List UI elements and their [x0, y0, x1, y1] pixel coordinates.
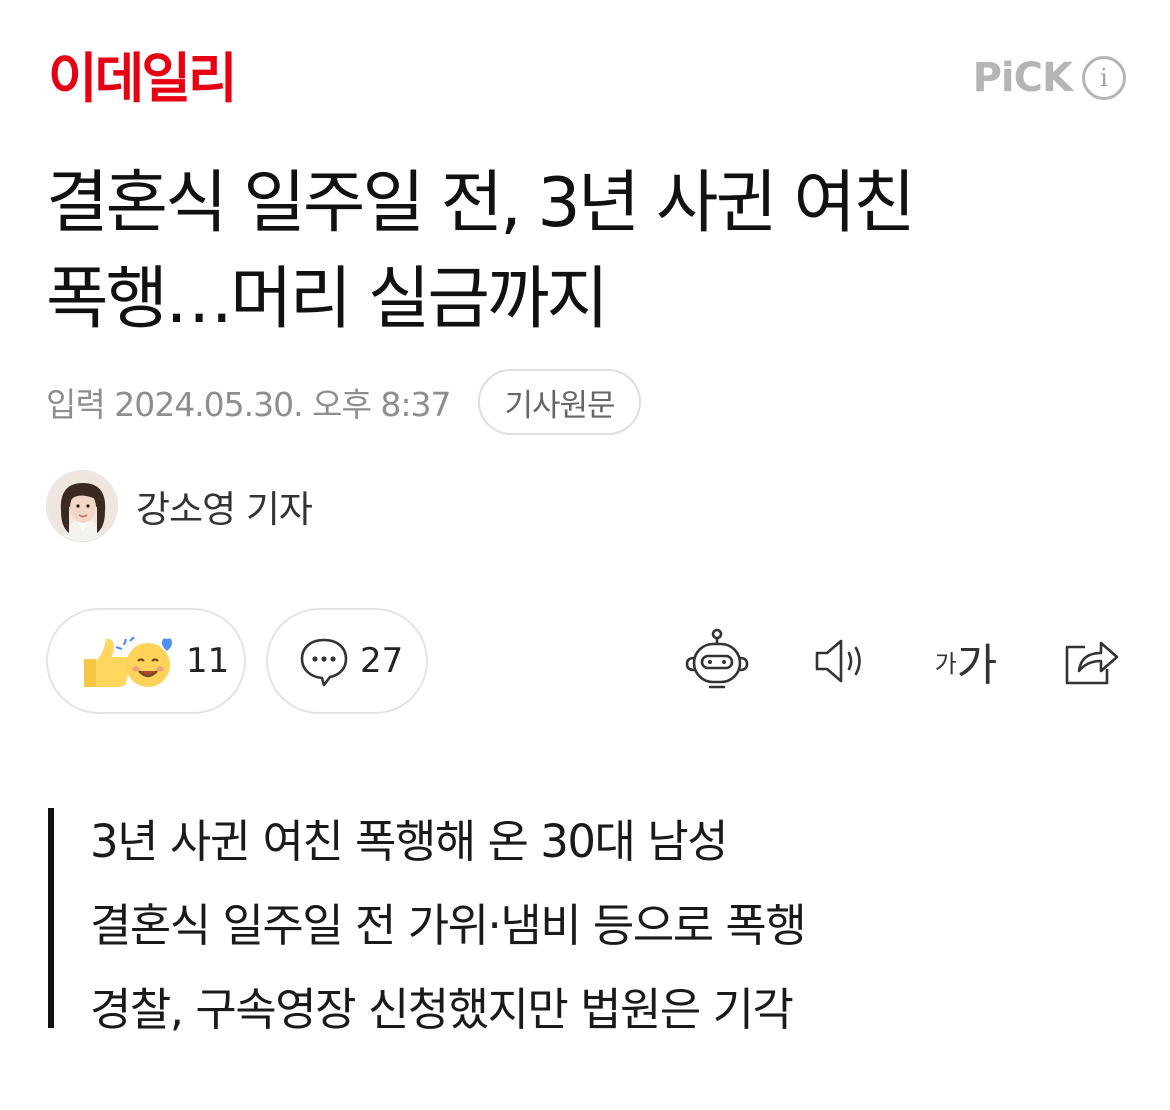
original-article-button[interactable]: 기사원문	[478, 369, 641, 435]
share-icon	[1065, 641, 1119, 685]
site-logo[interactable]: 이데일리	[48, 48, 238, 110]
headline-line-1: 결혼식 일주일 전, 3년 사귄 여친	[46, 164, 916, 243]
reaction-count: 11	[186, 641, 230, 681]
reaction-button[interactable]: 11	[46, 608, 246, 714]
author-byline[interactable]: 강소영 기자	[46, 470, 313, 542]
article-meta: 입력 2024.05.30. 오후 8:37 기사원문	[46, 368, 641, 436]
summary-bar	[48, 808, 54, 1028]
headline-line-2: 폭행…머리 실금까지	[46, 260, 609, 339]
summary-line-1: 3년 사귄 여친 폭행해 온 30대 남성	[90, 815, 729, 868]
author-avatar[interactable]	[46, 470, 118, 542]
reaction-emoji-icon	[84, 636, 172, 687]
comment-count: 27	[360, 641, 404, 681]
font-size-large-glyph: 가	[956, 640, 998, 691]
publish-date: 입력 2024.05.30. 오후 8:37	[46, 385, 451, 424]
article-headline: 결혼식 일주일 전, 3년 사귄 여친 폭행…머리 실금까지	[46, 156, 1126, 348]
robot-icon	[685, 628, 749, 689]
comment-bubble-icon	[300, 638, 348, 687]
action-bar: 11 27 가가	[46, 608, 1126, 716]
app-header: 이데일리 PiCK i	[0, 0, 1170, 160]
author-name[interactable]: 강소영 기자	[136, 479, 313, 533]
info-icon[interactable]: i	[1082, 56, 1126, 100]
summary-line-2: 결혼식 일주일 전 가위·냄비 등으로 폭행	[90, 899, 807, 952]
comment-button[interactable]: 27	[266, 608, 428, 714]
article-summary: 3년 사귄 여친 폭행해 온 30대 남성 결혼식 일주일 전 가위·냄비 등으…	[90, 800, 807, 1052]
share-button[interactable]	[1056, 626, 1126, 696]
speaker-icon	[815, 639, 861, 683]
pick-label: PiCK	[972, 55, 1073, 101]
author-photo-icon	[47, 471, 117, 541]
summary-line-3: 경찰, 구속영장 신청했지만 법원은 기각	[90, 983, 794, 1036]
pick-badge[interactable]: PiCK i	[973, 56, 1126, 100]
font-size-small-glyph: 가	[934, 649, 957, 678]
listen-button[interactable]	[806, 626, 876, 696]
font-size-button[interactable]: 가가	[926, 626, 1006, 696]
summary-bot-button[interactable]	[682, 626, 752, 696]
